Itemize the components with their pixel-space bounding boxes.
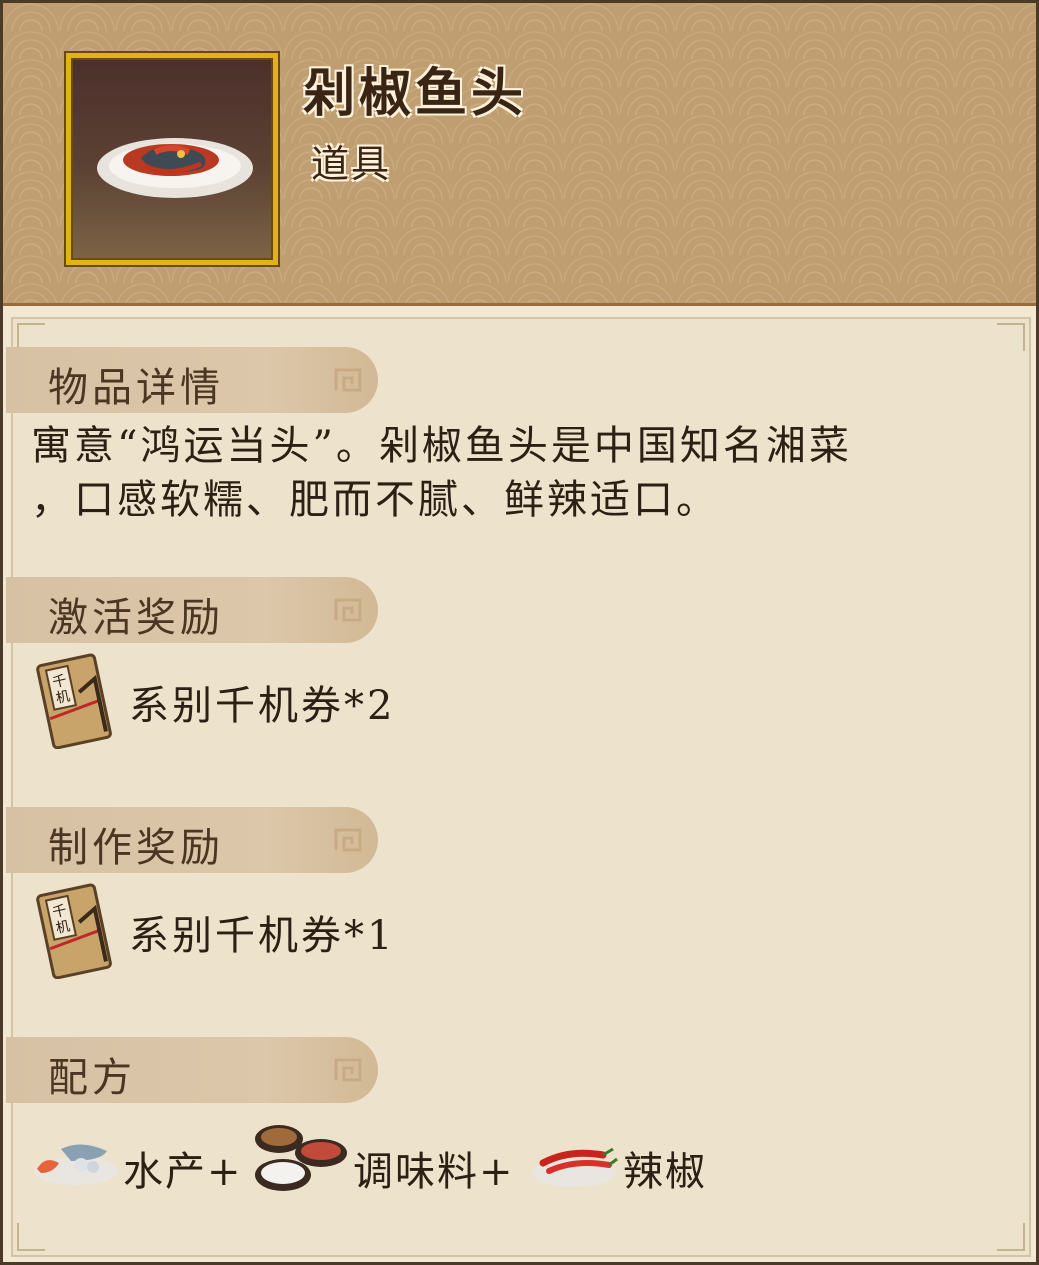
section-title: 配方 xyxy=(48,1055,136,1101)
ingredient-label: 调味料+ xyxy=(353,1149,515,1195)
swirl-ornament-icon xyxy=(334,598,362,622)
section-title: 物品详情 xyxy=(48,365,224,411)
item-icon-frame[interactable] xyxy=(66,53,278,265)
section-header-crafting-reward: 制作奖励 xyxy=(6,807,378,873)
item-description: 寓意“鸿运当头”。剁椒鱼头是中国知名湘菜 ，口感软糯、肥而不腻、鲜辣适口。 xyxy=(31,419,1011,527)
recipe-ingredients: 水产+ 调味料+ 辣椒 xyxy=(31,1125,931,1195)
section-header-recipe: 配方 xyxy=(6,1037,378,1103)
seasoning-bowls-icon[interactable] xyxy=(249,1119,351,1199)
reward-label: 系别千机券*1 xyxy=(129,913,396,959)
swirl-ornament-icon xyxy=(334,368,362,392)
fish-head-dish-icon xyxy=(97,138,253,198)
chili-plate-icon[interactable] xyxy=(529,1129,619,1193)
seafood-plate-icon[interactable] xyxy=(31,1129,121,1193)
section-title: 制作奖励 xyxy=(48,825,224,871)
corner-ornament xyxy=(997,1223,1025,1251)
item-detail-panel: 剁椒鱼头 道具 物品详情 寓意“鸿运当头”。剁椒鱼头是中国知名湘菜 ，口感软糯、… xyxy=(0,0,1039,1265)
corner-ornament xyxy=(997,323,1025,351)
swirl-ornament-icon xyxy=(334,1058,362,1082)
ingredient-label: 辣椒 xyxy=(623,1149,707,1195)
description-line: 寓意“鸿运当头”。剁椒鱼头是中国知名湘菜 xyxy=(31,423,852,469)
item-name: 剁椒鱼头 xyxy=(303,63,528,124)
description-line: ，口感软糯、肥而不腻、鲜辣适口。 xyxy=(31,477,719,523)
item-type: 道具 xyxy=(311,142,392,186)
corner-ornament xyxy=(17,1223,45,1251)
qianji-ticket-icon: 千 机 xyxy=(36,653,112,749)
swirl-ornament-icon xyxy=(334,828,362,852)
ingredient-label: 水产+ xyxy=(123,1149,243,1195)
qianji-ticket-icon: 千 机 xyxy=(36,883,112,979)
section-header-details: 物品详情 xyxy=(6,347,378,413)
section-title: 激活奖励 xyxy=(48,595,224,641)
section-header-activation-reward: 激活奖励 xyxy=(6,577,378,643)
item-header: 剁椒鱼头 道具 xyxy=(3,3,1036,306)
reward-label: 系别千机券*2 xyxy=(129,683,396,729)
